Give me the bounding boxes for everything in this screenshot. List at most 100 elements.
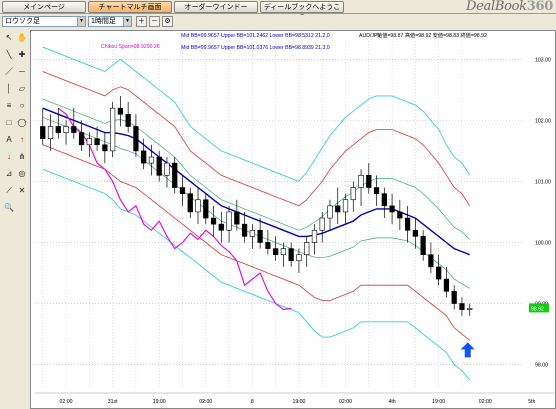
speedline-icon[interactable]: ⟋ (3, 185, 15, 196)
candle-body[interactable] (273, 248, 279, 255)
cross-icon[interactable]: ✚ (16, 49, 28, 60)
chart-type-select[interactable]: ロウソク足 ▼ (2, 16, 86, 27)
candle-body[interactable] (141, 150, 147, 164)
candle-body[interactable] (265, 242, 271, 249)
candle-body[interactable] (203, 199, 209, 219)
candle-body[interactable] (428, 254, 434, 268)
settings-button[interactable]: ⚙ (162, 16, 173, 27)
tab-main-page[interactable]: メインページ (2, 1, 86, 13)
candle-body[interactable] (172, 162, 178, 188)
y-axis-tick-label: 102.00 (535, 118, 551, 124)
candle-body[interactable] (179, 187, 186, 194)
pitchfork-icon[interactable]: ⋔ (16, 151, 28, 162)
arrow-up-icon[interactable]: ↑ (16, 134, 28, 145)
candle-body[interactable] (125, 113, 131, 127)
candle-body[interactable] (133, 126, 139, 152)
tab-chart-multi[interactable]: チャートマルチ画面 (88, 1, 172, 13)
y-axis-tick-label: 98.00 (535, 363, 548, 369)
candle-body[interactable] (327, 205, 333, 219)
candle-body[interactable] (210, 217, 217, 225)
candle-body[interactable] (280, 248, 287, 255)
timeframe-select[interactable]: 1時間足 ▼ (88, 16, 132, 27)
candle-body[interactable] (420, 236, 426, 255)
candle-body[interactable] (304, 242, 310, 255)
candle-body[interactable] (156, 156, 162, 176)
candle-body[interactable] (218, 223, 224, 231)
gann-icon[interactable]: ⊿ (3, 168, 15, 179)
candle-body[interactable] (436, 266, 442, 280)
candle-body[interactable] (195, 199, 201, 213)
candle-body[interactable] (94, 138, 100, 146)
x-axis-tick-label: 4th (388, 399, 395, 405)
candle-body[interactable] (109, 107, 116, 152)
candle-body[interactable] (40, 126, 46, 139)
candle-body[interactable] (78, 132, 85, 146)
candle-body[interactable] (288, 248, 294, 262)
chevron-down-icon: ▼ (123, 17, 131, 26)
candle-body[interactable] (404, 217, 411, 231)
fib-icon[interactable]: ≡ (3, 100, 15, 111)
horizontal-line-icon[interactable]: ─ (16, 66, 28, 77)
trendline-icon[interactable]: ╲ (3, 49, 15, 60)
rectangle-icon[interactable]: □ (3, 117, 15, 128)
y-axis-tick-label: 101.00 (535, 179, 551, 185)
candle-body[interactable] (319, 217, 325, 231)
candle-body[interactable] (63, 126, 69, 133)
candle-body[interactable] (342, 199, 349, 213)
candle-body[interactable] (358, 175, 364, 188)
vertical-line-icon[interactable]: │ (3, 83, 15, 94)
x-axis-tick-label: 8 (251, 399, 254, 405)
candle-body[interactable] (47, 126, 54, 139)
candle-body[interactable] (187, 193, 193, 213)
candle-body[interactable] (164, 162, 170, 176)
candle-body[interactable] (117, 107, 124, 115)
zoom-in-button[interactable]: ＋ (136, 16, 147, 27)
candle-body[interactable] (366, 175, 372, 188)
candle-body[interactable] (459, 303, 465, 310)
line-icon[interactable]: ／ (3, 66, 15, 77)
candle-body[interactable] (373, 187, 380, 194)
candle-body[interactable] (350, 187, 356, 201)
candle-body[interactable] (226, 211, 232, 231)
candle-body[interactable] (451, 291, 457, 304)
candle-body[interactable] (234, 211, 240, 225)
candle-body[interactable] (55, 126, 61, 133)
bb-legend-2sigma: Mid BB=99.9657 Upper BB=101.2462 Lower B… (181, 33, 330, 39)
circle-icon[interactable]: ○ (16, 100, 28, 111)
brand-name: DealBook (466, 0, 527, 14)
candle-body[interactable] (71, 126, 77, 133)
candle-body[interactable] (257, 229, 263, 243)
bb-legend-3sigma: Mid BB=99.9657 Upper BB=101.0376 Lower B… (181, 45, 330, 51)
candle-body[interactable] (443, 278, 450, 292)
candle-body[interactable] (311, 229, 318, 243)
candle-body[interactable] (397, 211, 403, 219)
candle-body[interactable] (467, 308, 473, 310)
zoom-icon[interactable]: 🔍 (3, 202, 15, 213)
candle-body[interactable] (389, 205, 395, 213)
candle-body[interactable] (381, 193, 387, 207)
buy-arrow-icon (460, 342, 475, 358)
hand-icon[interactable]: ✋ (16, 32, 28, 43)
candle-body[interactable] (335, 205, 341, 213)
candle-body[interactable] (412, 229, 419, 237)
delete-icon[interactable]: ✕ (16, 185, 28, 196)
chart-canvas[interactable]: Mid BB=99.9657 Upper BB=101.2462 Lower B… (31, 31, 555, 408)
candle-body[interactable] (249, 229, 255, 237)
arrow-down-icon[interactable]: ↓ (3, 151, 15, 162)
y-axis-tick-label: 100.00 (535, 240, 551, 246)
zoom-out-button[interactable]: － (149, 16, 160, 27)
text-icon[interactable]: A (3, 134, 15, 145)
cursor-icon[interactable]: ↖ (3, 32, 15, 43)
cycle-icon[interactable]: ◎ (16, 168, 28, 179)
tab-welcome[interactable]: ディールブックへようこそ (260, 1, 344, 22)
candle-body[interactable] (102, 144, 108, 152)
tab-order-window[interactable]: オーダーウインドー (174, 1, 258, 13)
x-axis-tick-label: 19:00 (153, 399, 166, 405)
ellipse-icon[interactable]: ◯ (16, 117, 28, 128)
candle-body[interactable] (86, 138, 92, 146)
price-chart[interactable]: Mid BB=99.9657 Upper BB=101.2462 Lower B… (30, 30, 556, 409)
channel-icon[interactable]: ▱ (16, 83, 28, 94)
candle-body[interactable] (148, 156, 155, 164)
candle-body[interactable] (241, 223, 248, 237)
candle-body[interactable] (296, 254, 302, 262)
